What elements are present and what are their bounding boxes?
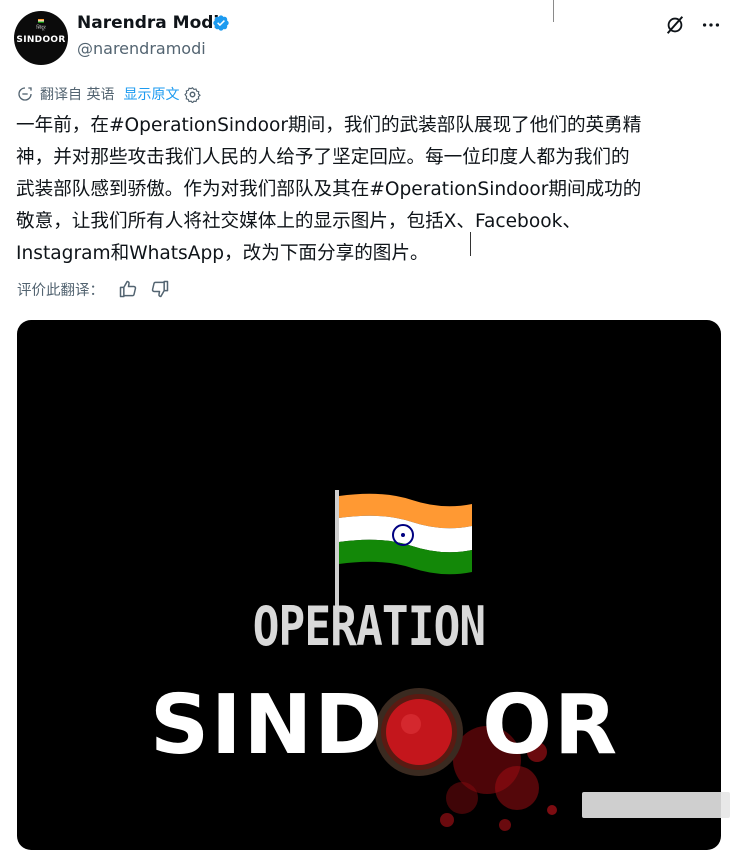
translate-icon (18, 87, 32, 101)
translated-from-label: 翻译自 英语 (40, 87, 115, 103)
author-handle[interactable]: @narendramodi (77, 39, 206, 58)
author-name[interactable]: Narendra Modi (77, 13, 219, 33)
rate-translation-label: 评价此翻译： (17, 282, 104, 299)
verified-badge-icon (213, 15, 229, 31)
thumbs-down-icon[interactable] (150, 279, 170, 299)
sindoor-title: SIND OR (150, 678, 619, 773)
avatar-logo-text: SINDOOR (16, 35, 66, 45)
operation-title: OPERATION (252, 595, 486, 658)
tweet-text: 一年前，在#OperationSindoor期间，我们的武装部队展现了他们的英勇… (16, 115, 642, 264)
sindoor-title-part1: SIND (150, 678, 385, 773)
tweet-image[interactable]: OPERATION SIND OR (17, 320, 721, 850)
sindoor-title-part2: OR (482, 678, 620, 773)
avatar[interactable]: सिंदूर SINDOOR (14, 11, 68, 65)
avatar-flag-icon (38, 19, 44, 23)
more-icon[interactable] (700, 14, 722, 36)
thumbs-up-icon[interactable] (118, 279, 138, 299)
gear-icon[interactable] (184, 86, 202, 103)
rate-translation: 评价此翻译： (17, 278, 170, 300)
avatar-small-text: सिंदूर (36, 25, 46, 31)
grok-icon[interactable] (664, 14, 686, 36)
show-original-link[interactable]: 显示原文 (123, 84, 179, 104)
top-divider (553, 0, 554, 22)
indian-flag-icon (339, 493, 472, 575)
translation-bar: 翻译自 英语 显示原文 (17, 84, 202, 104)
text-cursor (470, 232, 471, 256)
watermark (582, 792, 730, 818)
